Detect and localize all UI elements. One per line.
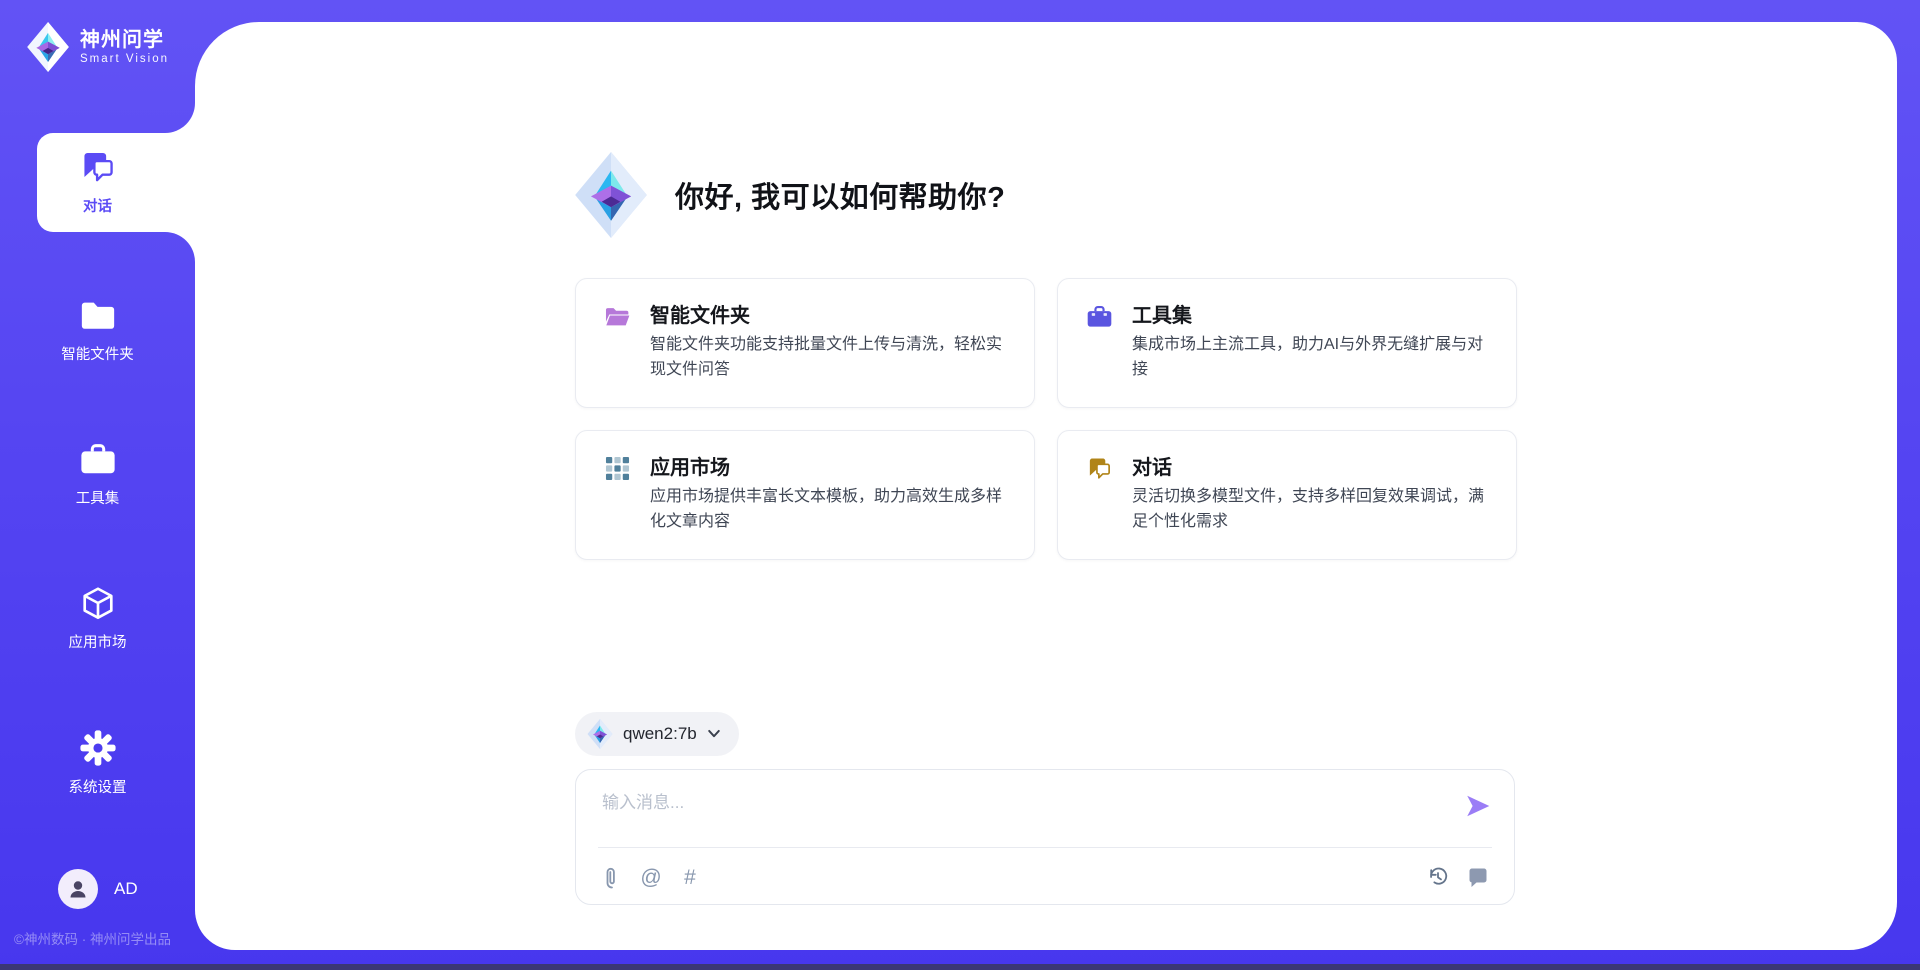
at-icon[interactable]: @ (639, 864, 663, 890)
person-icon (66, 877, 90, 901)
brand-diamond-icon (26, 22, 70, 72)
card-chat[interactable]: 对话 灵活切换多模型文件，支持多样回复效果调试，满足个性化需求 (1057, 430, 1517, 560)
sidebar-item-app-market[interactable]: 应用市场 (0, 584, 195, 652)
sidebar-item-label: 系统设置 (69, 776, 127, 797)
bottom-strip (0, 964, 1920, 970)
chat-bubbles-icon (79, 148, 117, 186)
toolbox-icon (79, 440, 117, 478)
card-title: 对话 (1132, 451, 1172, 480)
message-composer: @ # (575, 769, 1515, 905)
chat-bubbles-icon (1086, 455, 1113, 482)
user-account[interactable]: AD (58, 869, 138, 909)
card-description: 应用市场提供丰富长文本模板，助力高效生成多样化文章内容 (650, 485, 1014, 535)
composer-toolbar: @ # (600, 860, 1490, 894)
apps-grid-icon (604, 455, 631, 482)
gear-icon (79, 729, 117, 767)
sidebar-item-label: 工具集 (76, 487, 120, 508)
cube-icon (79, 584, 117, 622)
sidebar-item-label: 智能文件夹 (61, 343, 134, 364)
history-icon[interactable] (1426, 864, 1450, 890)
greeting-diamond-icon (575, 152, 647, 238)
card-toolset[interactable]: 工具集 集成市场上主流工具，助力AI与外界无缝扩展与对接 (1057, 278, 1517, 408)
sidebar-item-chat[interactable]: 对话 (0, 148, 195, 216)
app-logo: 神州问学 Smart Vision (26, 22, 169, 72)
open-folder-icon (604, 303, 631, 330)
comment-icon[interactable] (1466, 864, 1490, 890)
sidebar-item-label: 应用市场 (69, 631, 127, 652)
tab-corner-bottom (165, 232, 195, 262)
card-app-market[interactable]: 应用市场 应用市场提供丰富长文本模板，助力高效生成多样化文章内容 (575, 430, 1035, 560)
sidebar-item-smart-folder[interactable]: 智能文件夹 (0, 296, 195, 364)
chevron-down-icon (707, 728, 721, 740)
sidebar-item-toolset[interactable]: 工具集 (0, 440, 195, 508)
send-button[interactable] (1464, 792, 1492, 820)
model-selector[interactable]: qwen2:7b (575, 712, 739, 756)
greeting: 你好, 我可以如何帮助你? (575, 152, 1005, 238)
card-smart-folder[interactable]: 智能文件夹 智能文件夹功能支持批量文件上传与清洗，轻松实现文件问答 (575, 278, 1035, 408)
folder-icon (79, 296, 117, 334)
send-icon (1464, 792, 1492, 820)
card-title: 智能文件夹 (650, 299, 750, 328)
user-name: AD (114, 879, 138, 899)
card-description: 灵活切换多模型文件，支持多样回复效果调试，满足个性化需求 (1132, 485, 1496, 535)
avatar (58, 869, 98, 909)
card-title: 应用市场 (650, 451, 730, 480)
sidebar-item-label: 对话 (83, 195, 112, 216)
model-name: qwen2:7b (623, 724, 697, 744)
toolbox-icon (1086, 303, 1113, 330)
brand-name: 神州问学 (80, 29, 169, 51)
greeting-title: 你好, 我可以如何帮助你? (675, 174, 1005, 216)
paperclip-icon[interactable] (600, 864, 624, 890)
tab-corner-top (165, 103, 195, 133)
sidebar-footer-credit: ©神州数码 · 神州问学出品 (14, 928, 171, 948)
main-panel: 你好, 我可以如何帮助你? 智能文件夹 智能文件夹功能支持批量文件上传与清洗，轻… (195, 22, 1897, 950)
feature-cards: 智能文件夹 智能文件夹功能支持批量文件上传与清洗，轻松实现文件问答 工具集 集成… (575, 278, 1517, 560)
card-title: 工具集 (1132, 299, 1192, 328)
brand-subtitle: Smart Vision (80, 53, 169, 65)
composer-divider (598, 847, 1492, 848)
card-description: 集成市场上主流工具，助力AI与外界无缝扩展与对接 (1132, 333, 1496, 383)
card-description: 智能文件夹功能支持批量文件上传与清洗，轻松实现文件问答 (650, 333, 1014, 383)
sidebar-item-settings[interactable]: 系统设置 (0, 729, 195, 797)
model-diamond-icon (587, 719, 613, 749)
hash-icon[interactable]: # (678, 864, 702, 890)
message-input[interactable] (600, 786, 1424, 842)
